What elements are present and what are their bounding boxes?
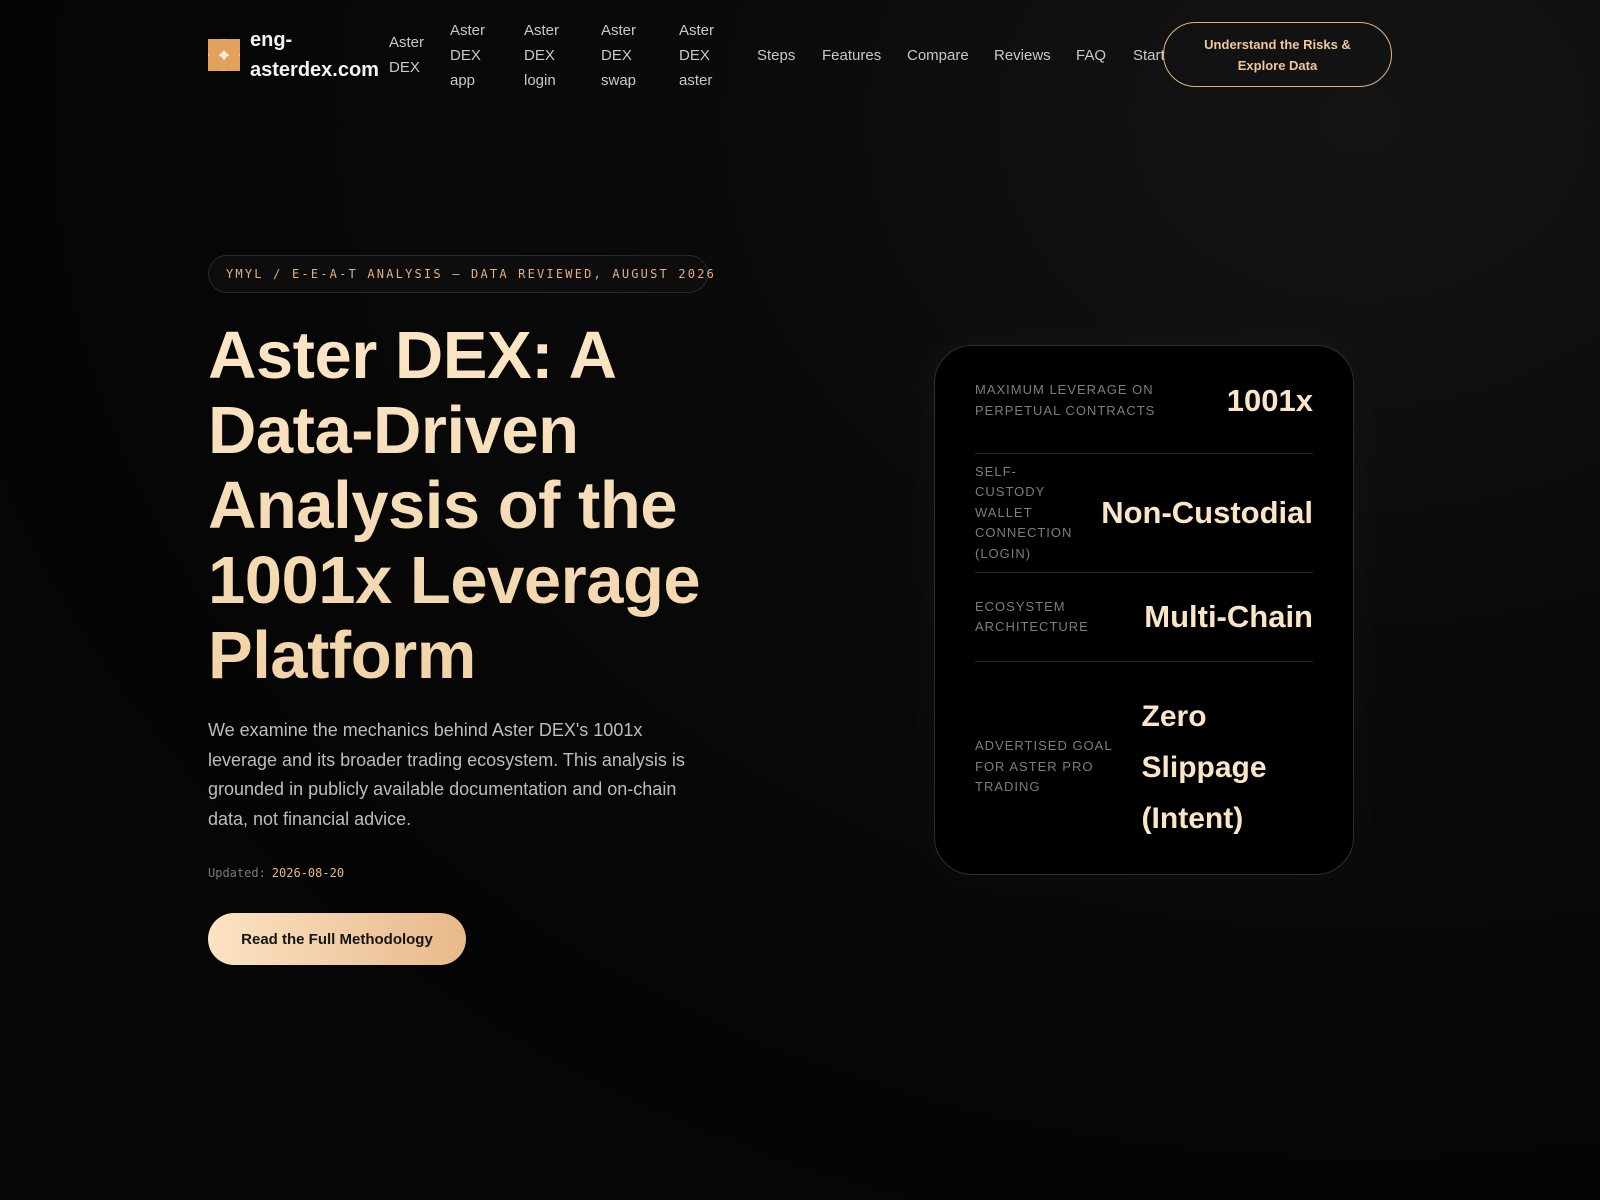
updated-label: Updated: (208, 866, 266, 880)
page-title: Aster DEX: A Data-Driven Analysis of the… (208, 318, 768, 693)
stat-value: Multi-Chain (1144, 599, 1313, 634)
nav-item-aster-dex[interactable]: Aster DEX (389, 30, 450, 80)
logo-icon (208, 39, 240, 71)
nav-item-aster-dex-login[interactable]: Aster DEX login (524, 18, 601, 93)
nav-item-aster-dex-app[interactable]: Aster DEX app (450, 18, 524, 93)
analysis-badge: YMYL / E-E-A-T ANALYSIS — DATA REVIEWED,… (208, 255, 714, 293)
updated-date: 2026-08-20 (271, 866, 345, 880)
nav-item-features[interactable]: Features (822, 43, 907, 68)
nav-item-reviews[interactable]: Reviews (994, 43, 1076, 68)
main-nav: Aster DEX Aster DEX app Aster DEX login … (389, 18, 1165, 93)
understand-risks-button[interactable]: Understand the Risks & Explore Data (1163, 22, 1392, 87)
updated-line: Updated: 2026-08-20 (208, 866, 344, 880)
stat-label: Maximum leverage on perpetual contracts (975, 382, 1156, 418)
stat-value: Zero Slippage (Intent) (1141, 699, 1267, 835)
stat-row: Self-custody wallet connection (login) N… (975, 454, 1313, 573)
site-header: eng-asterdex.com Aster DEX Aster DEX app… (208, 18, 1392, 92)
stat-value: Non-Custodial (1101, 495, 1313, 530)
stats-card: Maximum leverage on perpetual contracts … (934, 345, 1354, 875)
stat-label: Advertised goal for Aster Pro trading (975, 738, 1113, 795)
nav-item-start[interactable]: Start (1133, 43, 1165, 68)
read-methodology-button[interactable]: Read the Full Methodology (208, 913, 466, 965)
nav-item-aster-dex-aster[interactable]: Aster DEX aster (679, 18, 757, 93)
stat-row: Maximum leverage on perpetual contracts … (975, 346, 1313, 454)
nav-item-faq[interactable]: FAQ (1076, 43, 1133, 68)
stat-label: Self-custody wallet connection (login) (975, 463, 1073, 561)
nav-item-compare[interactable]: Compare (907, 43, 994, 68)
stat-row: Advertised goal for Aster Pro trading Ze… (975, 662, 1313, 872)
hero-description: We examine the mechanics behind Aster DE… (208, 720, 685, 829)
brand[interactable]: eng-asterdex.com (208, 25, 389, 85)
stat-row: Ecosystem architecture Multi-Chain (975, 573, 1313, 662)
brand-name: eng-asterdex.com (250, 29, 379, 81)
stat-label: Ecosystem architecture (975, 598, 1089, 635)
nav-item-aster-dex-swap[interactable]: Aster DEX swap (601, 18, 679, 93)
nav-item-steps[interactable]: Steps (757, 43, 822, 68)
stat-value: 1001x (1226, 382, 1313, 418)
